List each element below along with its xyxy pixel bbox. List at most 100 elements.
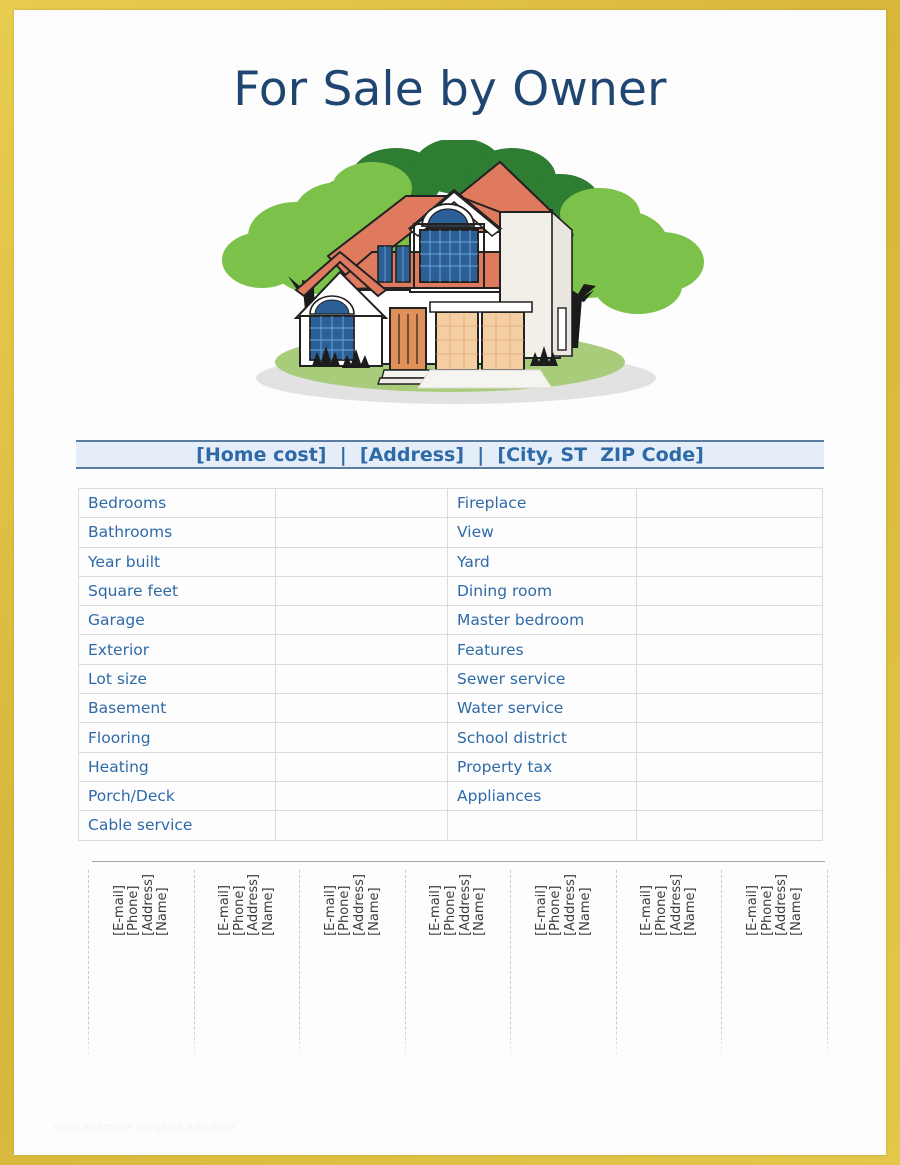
page-border-frame: For Sale by Owner [Home cost] | [Address… <box>0 0 900 1165</box>
spec-label-right: Sewer service <box>447 663 637 695</box>
spec-label-left: Cable service <box>78 810 276 841</box>
spec-label-left: Bedrooms <box>78 487 276 519</box>
tear-off-tab-line: [Name] <box>261 887 276 936</box>
address-banner-text: [Home cost] | [Address] | [City, ST ZIP … <box>196 443 704 466</box>
spec-value-left[interactable] <box>275 780 448 812</box>
page-title: For Sale by Owner <box>233 62 667 117</box>
watermark: www.example-template-site.com <box>54 1120 236 1134</box>
spec-label-right: Fireplace <box>447 487 637 519</box>
spec-label-right: Yard <box>447 546 637 577</box>
spec-label-left: Square feet <box>78 575 276 607</box>
tear-off-tab-lines: [Name] [Address] [Phone] [E-mail] <box>217 874 276 936</box>
spec-value-left[interactable] <box>275 546 448 577</box>
tear-off-tab-lines: [Name] [Address] [Phone] [E-mail] <box>322 874 382 936</box>
page-sheet: For Sale by Owner [Home cost] | [Address… <box>14 10 886 1155</box>
spec-value-left[interactable] <box>275 605 448 636</box>
tear-off-tab-line: [Address] <box>246 874 262 936</box>
tear-off-tab-line: [E-mail] <box>639 885 655 936</box>
tear-off-tab-line: [Address] <box>351 874 367 936</box>
spec-value-right[interactable] <box>636 722 823 753</box>
spec-label-left: Heating <box>78 751 276 782</box>
spec-value-left[interactable] <box>275 663 448 695</box>
table-row: Bathrooms View <box>78 517 823 548</box>
table-row: Lot size Sewer service <box>78 663 823 695</box>
tear-off-tab-line: [Name] <box>683 887 699 936</box>
spec-label-left: Flooring <box>78 722 276 753</box>
spec-label-right: School district <box>447 722 637 753</box>
tear-off-tab-line: [Phone] <box>126 885 142 936</box>
spec-value-left[interactable] <box>275 810 448 841</box>
spec-value-left[interactable] <box>275 517 448 548</box>
spec-value-right[interactable] <box>636 517 823 548</box>
table-row: Garage Master bedroom <box>78 605 823 636</box>
tear-off-tab[interactable]: [Name] [Address] [Phone] [E-mail] <box>88 870 194 1070</box>
tear-off-tab-line: [Phone] <box>548 885 564 936</box>
tear-off-tab-line: [Phone] <box>231 885 247 936</box>
tear-off-tab[interactable]: [Name] [Address] [Phone] [E-mail] <box>510 870 616 1070</box>
table-row: Flooring School district <box>78 722 823 753</box>
tear-off-tab-lines: [Name] [Address] [Phone] [E-mail] <box>428 874 488 936</box>
spec-label-left: Year built <box>78 546 276 577</box>
spec-label-left: Porch/Deck <box>78 780 276 812</box>
tear-off-tab-lines: [Name] [Address] [Phone] [E-mail] <box>111 874 171 936</box>
spec-value-left[interactable] <box>275 751 448 782</box>
tear-off-divider-rule <box>92 861 825 862</box>
tear-off-tab-line: [Name] <box>788 887 804 936</box>
tear-off-tab-line: [E-mail] <box>533 885 549 936</box>
spec-value-right[interactable] <box>636 487 823 519</box>
spec-label-left: Lot size <box>78 663 276 695</box>
tear-off-tab-line: [E-mail] <box>322 885 338 936</box>
tear-off-tab-line: [Address] <box>457 874 473 936</box>
spec-label-right: Water service <box>447 693 637 724</box>
tear-off-tab-line: [Address] <box>668 874 684 936</box>
spec-value-left[interactable] <box>275 487 448 519</box>
tear-off-tab-lines: [Name] [Address] [Phone] [E-mail] <box>639 874 699 936</box>
spec-label-right <box>447 810 637 841</box>
spec-value-right[interactable] <box>636 693 823 724</box>
tear-off-tab-line: [E-mail] <box>217 885 233 936</box>
tear-off-tab-line: [Phone] <box>654 885 670 936</box>
tear-off-tab[interactable]: [Name] [Address] [Phone] [E-mail] <box>404 870 511 1070</box>
tear-off-tab-line: [Phone] <box>759 885 775 936</box>
tear-off-tab-strip: [Name] [Address] [Phone] [E-mail] [Name] [Add… <box>88 870 829 1070</box>
tear-off-tab-line: [Address] <box>140 874 156 936</box>
property-details-table: Bedrooms Fireplace Bathrooms View Year built… <box>78 487 823 841</box>
table-row: Square feet Dining room <box>78 575 823 607</box>
spec-value-right[interactable] <box>636 605 823 636</box>
tear-off-tab[interactable]: [Name] [Address] [Phone] [E-mail] <box>193 870 300 1070</box>
table-row: Porch/Deck Appliances <box>78 780 823 812</box>
table-row: Bedrooms Fireplace <box>78 487 823 519</box>
spec-value-right[interactable] <box>636 575 823 607</box>
spec-label-right: Property tax <box>447 751 637 782</box>
tear-off-tab-line: [E-mail] <box>111 885 127 936</box>
tear-off-tab-line: [Address] <box>563 874 579 936</box>
tear-off-tab-line: [Phone] <box>442 885 458 936</box>
spec-value-right[interactable] <box>636 546 823 577</box>
spec-value-right[interactable] <box>636 634 823 665</box>
tear-off-tab[interactable]: [Name] [Address] [Phone] [E-mail] <box>721 870 829 1070</box>
tear-off-tab[interactable]: [Name] [Address] [Phone] [E-mail] <box>615 870 722 1070</box>
spec-label-left: Garage <box>78 605 276 636</box>
table-row: Basement Water service <box>78 693 823 724</box>
spec-value-right[interactable] <box>636 663 823 695</box>
spec-label-right: Appliances <box>447 780 637 812</box>
spec-value-right[interactable] <box>636 810 823 841</box>
spec-value-left[interactable] <box>275 693 448 724</box>
tear-off-tab[interactable]: [Name] [Address] [Phone] [E-mail] <box>299 870 405 1070</box>
spec-value-right[interactable] <box>636 780 823 812</box>
tear-off-tab-line: [Name] <box>155 887 171 936</box>
spec-value-right[interactable] <box>636 751 823 782</box>
tear-off-tab-lines: [Name] [Address] [Phone] [E-mail] <box>533 874 593 936</box>
spec-label-right: View <box>447 517 637 548</box>
table-row: Cable service <box>78 810 823 841</box>
tear-off-tab-line: [E-mail] <box>428 885 444 936</box>
table-row: Year built Yard <box>78 546 823 577</box>
spec-label-right: Dining room <box>447 575 637 607</box>
spec-value-left[interactable] <box>275 634 448 665</box>
table-row: Heating Property tax <box>78 751 823 782</box>
spec-value-left[interactable] <box>275 575 448 607</box>
spec-value-left[interactable] <box>275 722 448 753</box>
spec-label-left: Bathrooms <box>78 517 276 548</box>
tear-off-tab-line: [Address] <box>774 874 790 936</box>
tear-off-tab-line: [Name] <box>472 887 488 936</box>
